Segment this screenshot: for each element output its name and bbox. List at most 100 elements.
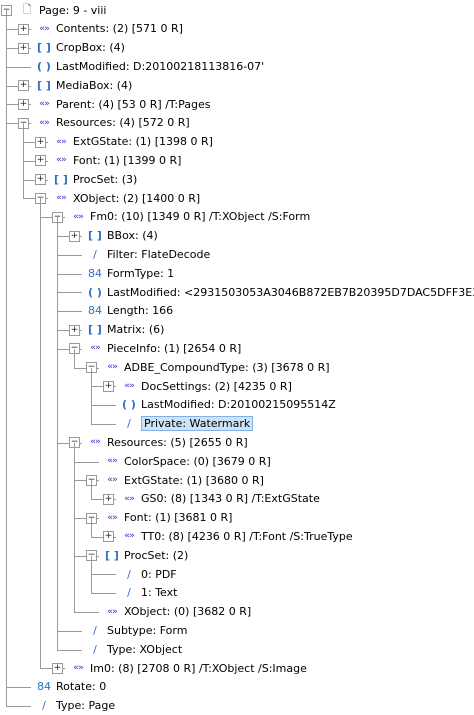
tree-node[interactable]: [ ] BBox: (4) [86, 227, 158, 245]
expand-toggle-icon[interactable]: + [18, 99, 29, 110]
tree-node-label: GS0: (8) [1343 0 R] /T:ExtGState [141, 492, 320, 506]
tree-node-label: MediaBox: (4) [56, 78, 133, 92]
tree-node[interactable]: [ ] CropBox: (4) [35, 39, 125, 57]
tree-node[interactable]: «» ADBE_CompoundType: (3) [3678 0 R] [103, 358, 329, 376]
tree-connector [23, 123, 24, 199]
tree-connector [57, 217, 58, 650]
expand-toggle-icon[interactable]: + [35, 136, 46, 148]
dictionary-icon: «» [107, 606, 118, 617]
array-icon: [ ] [37, 78, 51, 92]
tree-node[interactable]: «» TT0: (8) [4236 0 R] /T:Font /S:TrueTyp… [120, 527, 352, 545]
number-icon: 84 [37, 680, 51, 694]
dictionary-icon: «» [124, 493, 135, 504]
tree-node-label: 0: PDF [141, 567, 177, 581]
tree-node-label: Resources: (5) [2655 0 R] [107, 435, 248, 449]
tree-node[interactable]: [ ] MediaBox: (4) [35, 76, 132, 94]
tree-node-label: Subtype: Form [107, 623, 188, 637]
tree-connector [57, 254, 82, 256]
expand-toggle-icon[interactable]: + [52, 663, 63, 674]
tree-node[interactable]: «» Resources: (5) [2655 0 R] [86, 433, 248, 451]
dictionary-icon: «» [107, 362, 118, 373]
tree-node-label: Contents: (2) [571 0 R] [56, 22, 183, 36]
expand-toggle-icon[interactable]: + [103, 381, 114, 392]
tree-node-label: Parent: (4) [53 0 R] /T:Pages [56, 97, 211, 111]
tree-node[interactable]: [ ] Matrix: (6) [86, 321, 164, 339]
tree-node[interactable]: «» Parent: (4) [53 0 R] /T:Pages [35, 95, 211, 113]
expand-toggle-icon[interactable]: + [18, 80, 29, 92]
tree-node[interactable]: «» Im0: (8) [2708 0 R] /T:XObject /S:Imag… [69, 659, 307, 677]
tree-node-label: Type: XObject [107, 642, 183, 656]
tree-node[interactable]: «» ExtGState: (1) [1398 0 R] [52, 133, 213, 151]
tree-node-label: ProcSet: (3) [73, 172, 138, 186]
tree-node[interactable]: / Subtype: Form [86, 621, 187, 639]
tree-node[interactable]: «» ExtGState: (1) [3680 0 R] [103, 471, 264, 489]
tree-connector [74, 612, 99, 613]
tree-node-label: Filter: FlateDecode [107, 247, 211, 261]
tree-node-label: Im0: (8) [2708 0 R] /T:XObject /S:Image [90, 661, 307, 675]
tree-node[interactable]: «» Font: (1) [1399 0 R] [52, 151, 181, 169]
pdf-object-tree: − 🗋 Page: 9 - viii + «» Contents: (2) [571 0 … [0, 0, 474, 712]
tree-node-label: ColorSpace: (0) [3679 0 R] [124, 454, 271, 468]
expand-toggle-icon[interactable]: + [69, 324, 80, 336]
expand-toggle-icon[interactable]: + [18, 23, 29, 35]
tree-node-label: LastModified: D:20100215095514Z [141, 398, 336, 412]
tree-node[interactable]: «» Fm0: (10) [1349 0 R] /T:XObject /S:For… [69, 208, 310, 226]
tree-connector [91, 424, 116, 425]
number-icon: 84 [88, 304, 102, 318]
array-icon: [ ] [88, 323, 102, 337]
expand-toggle-icon[interactable]: + [69, 230, 80, 242]
tree-node-label: DocSettings: (2) [4235 0 R] [141, 379, 292, 393]
tree-node-label: Page: 9 - viii [39, 3, 107, 17]
tree-node-label: Length: 166 [107, 304, 174, 318]
expand-toggle-icon[interactable]: + [18, 42, 29, 54]
array-icon: [ ] [88, 229, 102, 243]
expand-toggle-icon[interactable]: + [35, 155, 46, 167]
dictionary-icon: «» [107, 512, 118, 523]
dictionary-icon: «» [39, 23, 50, 34]
expand-toggle-icon[interactable]: + [103, 531, 114, 543]
name-icon: / [93, 642, 97, 656]
number-icon: 84 [88, 266, 102, 280]
name-icon: / [93, 247, 97, 261]
tree-node[interactable]: / 0: PDF [120, 565, 177, 583]
tree-node[interactable]: ( ) LastModified: D:20100215095514Z [120, 396, 336, 414]
expand-toggle-icon[interactable]: + [103, 493, 114, 505]
name-icon: / [127, 586, 131, 600]
tree-node[interactable]: «» Resources: (4) [572 0 R] [35, 114, 190, 132]
tree-node-label: 1: Text [141, 586, 178, 600]
tree-node[interactable]: 84 FormType: 1 [86, 264, 174, 282]
tree-node-label: CropBox: (4) [56, 41, 125, 55]
tree-node[interactable]: / 1: Text [120, 584, 177, 602]
tree-node-label: Type: Page [56, 699, 116, 713]
tree-node[interactable]: ( ) LastModified: <2931503053A3046B872EB7… [86, 283, 474, 301]
tree-node[interactable]: «» ColorSpace: (0) [3679 0 R] [103, 452, 271, 470]
tree-node[interactable]: / Type: XObject [86, 640, 182, 658]
tree-node-label: FormType: 1 [107, 266, 175, 280]
tree-connector [6, 10, 7, 706]
tree-node[interactable]: «» XObject: (0) [3682 0 R] [103, 603, 251, 621]
tree-node[interactable]: / Filter: FlateDecode [86, 245, 210, 263]
dictionary-icon: «» [56, 136, 67, 147]
tree-node-label: Fm0: (10) [1349 0 R] /T:XObject /S:Form [90, 210, 311, 224]
tree-node[interactable]: [ ] ProcSet: (2) [103, 546, 188, 564]
tree-node-label: ExtGState: (1) [1398 0 R] [73, 135, 213, 149]
tree-node[interactable]: «» XObject: (2) [1400 0 R] [52, 189, 200, 207]
tree-node-label: XObject: (2) [1400 0 R] [73, 191, 201, 205]
tree-node[interactable]: «» DocSettings: (2) [4235 0 R] [120, 377, 292, 395]
expand-toggle-icon[interactable]: + [35, 174, 46, 186]
tree-node[interactable]: ( ) LastModified: D:20100218113816-07' [35, 57, 264, 75]
tree-node[interactable]: / Type: Page [35, 697, 115, 715]
tree-connector [91, 574, 116, 576]
tree-node[interactable]: «» Font: (1) [3681 0 R] [103, 509, 232, 527]
tree-node[interactable]: «» Contents: (2) [571 0 R] [35, 20, 183, 38]
tree-node[interactable]: 84 Rotate: 0 [35, 678, 106, 696]
tree-node[interactable]: 🗋 Page: 9 - viii [18, 1, 107, 19]
string-icon: ( ) [37, 59, 51, 73]
tree-node[interactable]: «» GS0: (8) [1343 0 R] /T:ExtGState [120, 490, 320, 508]
tree-node[interactable]: 84 Length: 166 [86, 302, 173, 320]
tree-node[interactable]: «» PieceInfo: (1) [2654 0 R] [86, 339, 241, 357]
tree-node-label: Font: (1) [1399 0 R] [73, 153, 182, 167]
dictionary-icon: «» [56, 155, 67, 166]
tree-node[interactable]: / Private: Watermark [120, 415, 254, 433]
tree-node[interactable]: [ ] ProcSet: (3) [52, 170, 137, 188]
